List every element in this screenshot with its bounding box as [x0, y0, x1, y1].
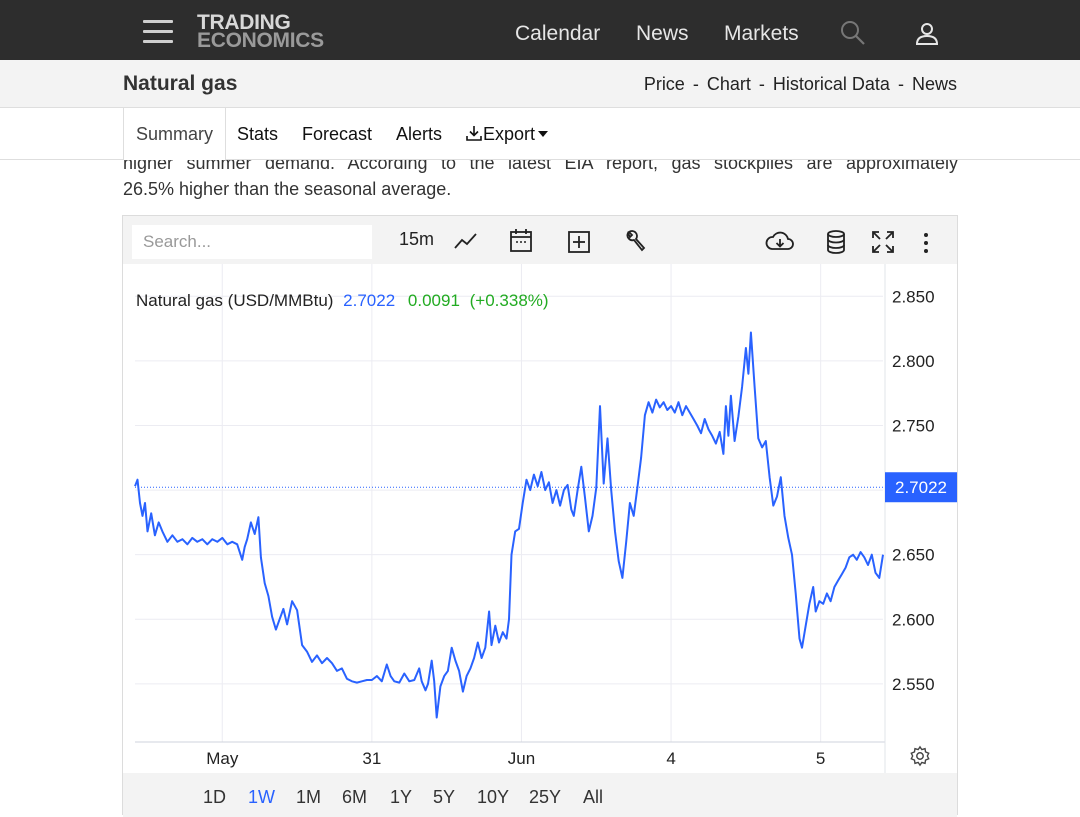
line-chart-icon[interactable]	[453, 227, 479, 255]
crumb-separator: -	[758, 74, 765, 94]
crumb-chart[interactable]: Chart	[707, 74, 751, 94]
chart-settings-icon[interactable]	[910, 745, 930, 767]
x-tick-label: 4	[666, 749, 675, 768]
nav-calendar[interactable]: Calendar	[515, 22, 600, 46]
calendar-icon[interactable]	[509, 227, 533, 255]
price-chart[interactable]: Natural gas (USD/MMBtu) 2.7022 0.0091 (+…	[123, 264, 957, 773]
more-options-icon[interactable]	[921, 229, 931, 257]
wrench-icon[interactable]	[623, 228, 647, 256]
x-tick-label: 5	[816, 749, 825, 768]
crumb-separator: -	[897, 74, 904, 94]
chevron-down-icon	[538, 131, 549, 137]
add-compare-icon[interactable]	[567, 228, 591, 256]
tab-summary[interactable]: Summary	[123, 108, 227, 160]
x-tick-label: May	[206, 749, 239, 768]
title-bar: Natural gas Price - Chart - Historical D…	[0, 60, 1080, 108]
range-1d[interactable]: 1D	[203, 787, 226, 808]
chart-legend: Natural gas (USD/MMBtu) 2.7022 0.0091 (+…	[136, 291, 549, 310]
y-tick-label: 2.800	[892, 352, 935, 371]
range-25y[interactable]: 25Y	[529, 787, 561, 808]
cloud-download-icon[interactable]	[765, 228, 795, 256]
logo-line-2: ECONOMICS	[197, 29, 324, 52]
crumb-historical-data[interactable]: Historical Data	[773, 74, 890, 94]
legend-price: 2.7022	[343, 291, 395, 310]
tab-export[interactable]: Export	[465, 124, 549, 145]
x-tick-label: 31	[362, 749, 381, 768]
tab-forecast[interactable]: Forecast	[302, 124, 372, 145]
chart-series	[134, 331, 884, 719]
y-tick-label: 2.650	[892, 546, 935, 565]
price-series-line	[134, 331, 884, 719]
database-icon[interactable]	[825, 228, 847, 256]
chart-toolbar: 15m	[123, 216, 957, 264]
chart-grid	[135, 264, 883, 742]
range-all[interactable]: All	[583, 787, 603, 808]
range-10y[interactable]: 10Y	[477, 787, 509, 808]
y-tick-label: 2.750	[892, 416, 935, 435]
last-price-label: 2.7022	[895, 478, 947, 497]
tab-alerts[interactable]: Alerts	[396, 124, 442, 145]
fullscreen-icon[interactable]	[871, 228, 895, 256]
legend-change: 0.0091	[408, 291, 460, 310]
crumb-price[interactable]: Price	[644, 74, 685, 94]
range-1y[interactable]: 1Y	[390, 787, 412, 808]
range-1m[interactable]: 1M	[296, 787, 321, 808]
interval-button[interactable]: 15m	[399, 229, 434, 257]
page-title: Natural gas	[123, 72, 238, 95]
symbol-search-input[interactable]	[132, 225, 372, 259]
chart-widget: 15m	[122, 215, 958, 817]
crumb-separator: -	[692, 74, 699, 94]
article-line: 26.5% higher than the seasonal average.	[123, 179, 452, 199]
y-tick-label: 2.600	[892, 610, 935, 629]
export-label: Export	[483, 124, 536, 144]
x-tick-label: Jun	[508, 749, 535, 768]
user-icon[interactable]	[915, 22, 939, 46]
section-tabs: Summary Stats Forecast Alerts Export	[0, 108, 1080, 160]
nav-news[interactable]: News	[636, 22, 689, 46]
svg-text:Natural gas (USD/MMBtu): Natural gas (USD/MMBtu) 2.7022 0.0091 (+…	[136, 291, 549, 310]
crumb-news[interactable]: News	[912, 74, 957, 94]
range-5y[interactable]: 5Y	[433, 787, 455, 808]
download-icon	[466, 126, 482, 141]
y-tick-label: 2.550	[892, 675, 935, 694]
top-navbar: TRADING ECONOMICS Calendar News Markets	[0, 0, 1080, 60]
tab-stats[interactable]: Stats	[237, 124, 278, 145]
site-logo[interactable]: TRADING ECONOMICS	[197, 12, 324, 52]
menu-icon[interactable]	[143, 20, 173, 44]
search-icon[interactable]	[840, 20, 866, 46]
legend-change-pct: (+0.338%)	[470, 291, 549, 310]
range-6m[interactable]: 6M	[342, 787, 367, 808]
legend-series-name: Natural gas (USD/MMBtu)	[136, 291, 333, 310]
breadcrumb: Price - Chart - Historical Data - News	[644, 74, 957, 95]
y-tick-label: 2.850	[892, 287, 935, 306]
nav-markets[interactable]: Markets	[724, 22, 799, 46]
range-1w[interactable]: 1W	[248, 787, 275, 808]
time-range-bar: 1D 1W 1M 6M 1Y 5Y 10Y 25Y All	[123, 773, 957, 817]
